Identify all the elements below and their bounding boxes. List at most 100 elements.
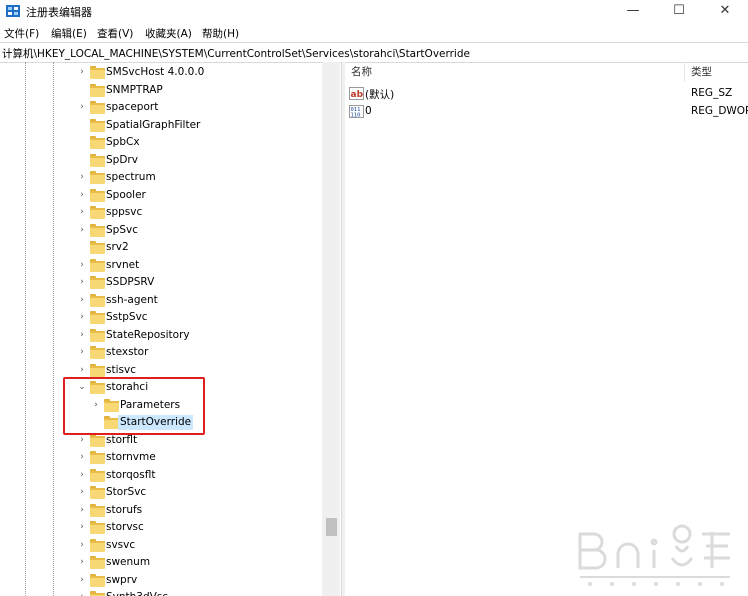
minimize-button[interactable]: —: [610, 0, 656, 22]
tree-node[interactable]: › SMSvcHost 4.0.0.0: [0, 64, 322, 82]
tree-node-label[interactable]: stisvc: [104, 363, 138, 378]
tree-node[interactable]: srv2: [0, 239, 322, 257]
tree-node[interactable]: › ssh-agent: [0, 292, 322, 310]
tree-node-label[interactable]: srvnet: [104, 258, 141, 273]
tree-node-label[interactable]: sppsvc: [104, 205, 144, 220]
tree-node-label[interactable]: Spooler: [104, 188, 148, 203]
tree-node[interactable]: SpatialGraphFilter: [0, 117, 322, 135]
address-path[interactable]: 计算机\HKEY_LOCAL_MACHINE\SYSTEM\CurrentCon…: [2, 46, 470, 61]
tree-node[interactable]: › spectrum: [0, 169, 322, 187]
tree-node-label[interactable]: svsvc: [104, 538, 137, 553]
value-row-default[interactable]: ab (默认) REG_SZ: [345, 85, 748, 103]
expand-chevron-icon[interactable]: ›: [77, 449, 87, 466]
expand-chevron-icon[interactable]: ›: [77, 99, 87, 116]
tree-node-label[interactable]: spectrum: [104, 170, 158, 185]
tree-node-label[interactable]: stexstor: [104, 345, 150, 360]
tree-node[interactable]: › storqosflt: [0, 467, 322, 485]
tree-node[interactable]: › sppsvc: [0, 204, 322, 222]
folder-icon: [90, 101, 105, 114]
tree-node-label[interactable]: stornvme: [104, 450, 158, 465]
column-header-type[interactable]: 类型: [691, 64, 712, 79]
tree-node[interactable]: › srvnet: [0, 257, 322, 275]
expand-chevron-icon[interactable]: ›: [77, 362, 87, 379]
menu-file[interactable]: 文件(F): [4, 26, 39, 41]
tree-node[interactable]: › stornvme: [0, 449, 322, 467]
tree-node-label[interactable]: SpbCx: [104, 135, 142, 150]
expand-chevron-icon[interactable]: ›: [77, 222, 87, 239]
tree-node[interactable]: › SSDPSRV: [0, 274, 322, 292]
tree-node[interactable]: › svsvc: [0, 537, 322, 555]
tree-node-label[interactable]: SpDrv: [104, 153, 140, 168]
tree-node[interactable]: › storufs: [0, 502, 322, 520]
menu-help[interactable]: 帮助(H): [202, 26, 239, 41]
tree-scrollbar[interactable]: [322, 62, 340, 596]
folder-icon: [90, 433, 105, 447]
expand-chevron-icon[interactable]: ›: [77, 519, 87, 536]
tree-node[interactable]: › swprv: [0, 572, 322, 590]
expand-chevron-icon[interactable]: ›: [77, 64, 87, 81]
tree-node[interactable]: › SstpSvc: [0, 309, 322, 327]
expand-chevron-icon[interactable]: ›: [77, 274, 87, 291]
expand-chevron-icon[interactable]: ›: [77, 572, 87, 589]
tree-node-label[interactable]: swprv: [104, 573, 139, 588]
expand-chevron-icon[interactable]: ›: [77, 502, 87, 519]
tree-node-label[interactable]: SMSvcHost 4.0.0.0: [104, 65, 206, 80]
tree-node-label[interactable]: srv2: [104, 240, 131, 255]
tree-node-label[interactable]: SNMPTRAP: [104, 83, 165, 98]
tree-node[interactable]: SNMPTRAP: [0, 82, 322, 100]
column-header-name[interactable]: 名称: [351, 64, 372, 79]
tree-node-label[interactable]: StateRepository: [104, 328, 192, 343]
expand-chevron-icon[interactable]: ›: [77, 344, 87, 361]
maximize-button[interactable]: ☐: [656, 0, 702, 22]
tree-node[interactable]: › SpSvc: [0, 222, 322, 240]
tree-node-label[interactable]: SpSvc: [104, 223, 140, 238]
svg-text:110: 110: [351, 113, 361, 119]
column-separator[interactable]: [684, 62, 685, 82]
expand-chevron-icon[interactable]: ›: [77, 292, 87, 309]
tree-node[interactable]: › Spooler: [0, 187, 322, 205]
menu-edit[interactable]: 编辑(E): [51, 26, 87, 41]
tree-node-label[interactable]: storqosflt: [104, 468, 157, 483]
no-chevron: [77, 239, 87, 256]
expand-chevron-icon[interactable]: ›: [77, 554, 87, 571]
expand-chevron-icon[interactable]: ›: [77, 327, 87, 344]
tree-node-label[interactable]: swenum: [104, 555, 152, 570]
menu-favorites[interactable]: 收藏夹(A): [145, 26, 192, 41]
tree-node[interactable]: SpDrv: [0, 152, 322, 170]
tree-node-label[interactable]: StorSvc: [104, 485, 148, 500]
address-bar[interactable]: 计算机\HKEY_LOCAL_MACHINE\SYSTEM\CurrentCon…: [0, 42, 748, 63]
tree-node[interactable]: › swenum: [0, 554, 322, 572]
no-chevron: [77, 117, 87, 134]
tree-node-label[interactable]: SstpSvc: [104, 310, 150, 325]
folder-icon: [90, 258, 105, 272]
tree-node-label[interactable]: spaceport: [104, 100, 160, 115]
menu-view[interactable]: 查看(V): [97, 26, 133, 41]
expand-chevron-icon[interactable]: ›: [77, 484, 87, 501]
expand-chevron-icon[interactable]: ›: [77, 589, 87, 596]
value-row-zero[interactable]: 011 110 0 REG_DWORD: [345, 103, 748, 121]
expand-chevron-icon[interactable]: ›: [77, 537, 87, 554]
tree-node-label[interactable]: SpatialGraphFilter: [104, 118, 202, 133]
tree-node-label[interactable]: ssh-agent: [104, 293, 160, 308]
tree-node-label[interactable]: SSDPSRV: [104, 275, 156, 290]
scrollbar-thumb[interactable]: [326, 518, 337, 536]
tree-node-label[interactable]: Synth3dVsc: [104, 590, 170, 596]
expand-chevron-icon[interactable]: ›: [77, 467, 87, 484]
folder-icon: [90, 521, 105, 534]
close-button[interactable]: ✕: [702, 0, 748, 22]
expand-chevron-icon[interactable]: ›: [77, 187, 87, 204]
tree-node[interactable]: › storvsc: [0, 519, 322, 537]
tree-node-label[interactable]: storvsc: [104, 520, 146, 535]
tree-node-label[interactable]: storufs: [104, 503, 144, 518]
folder-icon: [90, 556, 105, 569]
tree-node[interactable]: › spaceport: [0, 99, 322, 117]
tree-node[interactable]: › StateRepository: [0, 327, 322, 345]
tree-node[interactable]: SpbCx: [0, 134, 322, 152]
tree-node[interactable]: › StorSvc: [0, 484, 322, 502]
expand-chevron-icon[interactable]: ›: [77, 309, 87, 326]
tree-node[interactable]: › Synth3dVsc: [0, 589, 322, 596]
expand-chevron-icon[interactable]: ›: [77, 204, 87, 221]
expand-chevron-icon[interactable]: ›: [77, 257, 87, 274]
expand-chevron-icon[interactable]: ›: [77, 169, 87, 186]
tree-node[interactable]: › stexstor: [0, 344, 322, 362]
